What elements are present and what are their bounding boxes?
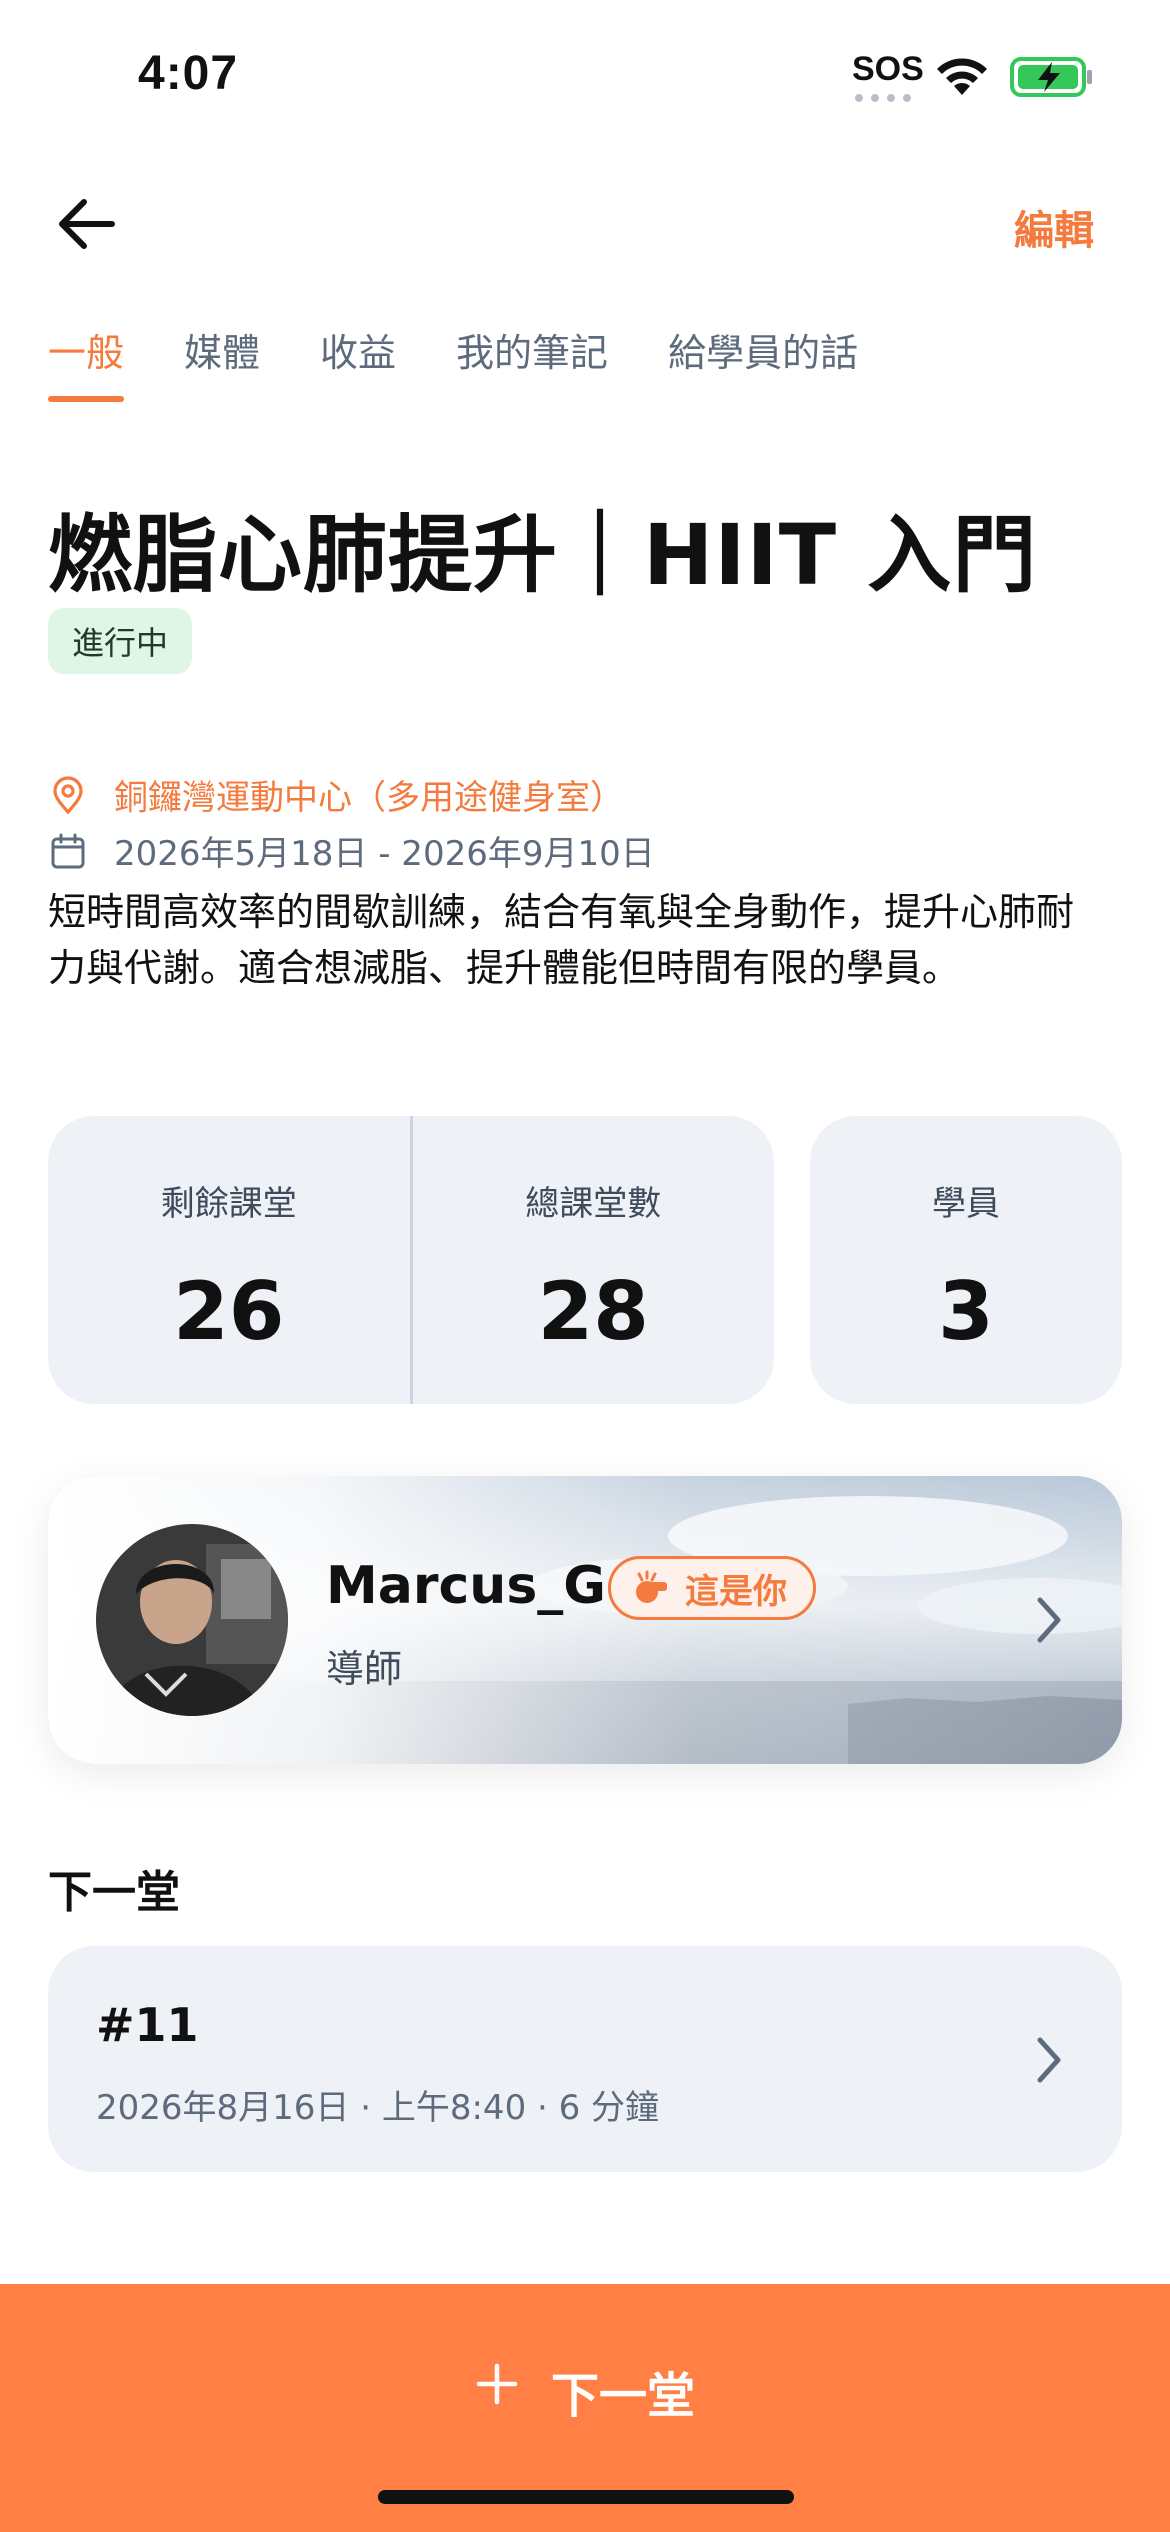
tab-bar: 一般 媒體 收益 我的筆記 給學員的話 [48, 322, 918, 402]
tab-general[interactable]: 一般 [48, 322, 125, 402]
next-lesson-heading: 下一堂 [48, 1867, 180, 1918]
tab-earnings[interactable]: 收益 [320, 322, 396, 402]
status-badge: 進行中 [48, 608, 193, 674]
tab-my-notes[interactable]: 我的筆記 [456, 322, 608, 402]
badge-label: 這是你 [685, 1571, 787, 1612]
students-stat-card[interactable]: 學員 3 [810, 1116, 1122, 1404]
instructor-name: Marcus_G [326, 1556, 606, 1616]
wifi-icon [937, 58, 987, 95]
location-pin-icon [53, 775, 83, 814]
status-time: 4:07 [138, 47, 239, 100]
total-lessons-stat: 總課堂數 28 [413, 1116, 775, 1404]
button-content: 下一堂 [475, 2356, 695, 2532]
chevron-right-icon [1037, 2037, 1061, 2083]
tab-media[interactable]: 媒體 [184, 322, 260, 402]
lesson-number: #11 [96, 1998, 199, 2052]
home-indicator[interactable] [378, 2490, 794, 2504]
lesson-datetime: 2026年8月16日 · 上午8:40 · 6 分鐘 [96, 2088, 660, 2128]
stat-value: 28 [537, 1265, 649, 1358]
button-label: 下一堂 [550, 2368, 695, 2424]
tab-message-to-students[interactable]: 給學員的話 [668, 322, 858, 402]
date-row: 2026年5月18日 - 2026年9月10日 [48, 826, 655, 875]
instructor-avatar [96, 1524, 288, 1716]
battery-charging-icon [1010, 57, 1092, 97]
stat-value: 3 [938, 1265, 994, 1358]
location-row[interactable]: 銅鑼灣運動中心（多用途健身室） [48, 770, 624, 819]
back-arrow-icon[interactable] [54, 194, 118, 254]
stat-label: 總課堂數 [525, 1184, 662, 1224]
this-is-you-badge: 這是你 [608, 1556, 816, 1620]
signal-dots-icon [855, 94, 911, 102]
chevron-right-icon [1037, 1597, 1061, 1643]
course-description: 短時間高效率的間歇訓練，結合有氧與全身動作，提升心肺耐力與代謝。適合想減脂、提升… [48, 890, 1075, 990]
stat-value: 26 [173, 1265, 285, 1358]
date-range-text: 2026年5月18日 - 2026年9月10日 [114, 834, 655, 874]
instructor-card[interactable]: Marcus_G 這是你 導師 [48, 1476, 1122, 1764]
stat-label: 剩餘課堂 [160, 1184, 297, 1224]
instructor-role: 導師 [326, 1647, 403, 1691]
status-bar: 4:07 SOS [0, 0, 1170, 150]
plus-icon [476, 2363, 518, 2405]
course-title: 燃脂心肺提升｜HIIT 入門 [48, 506, 1038, 604]
lesson-stats-card: 剩餘課堂 26 總課堂數 28 [48, 1116, 774, 1404]
edit-button[interactable]: 編輯 [1014, 198, 1094, 256]
sos-indicator: SOS [852, 50, 924, 88]
location-text: 銅鑼灣運動中心（多用途健身室） [114, 778, 624, 818]
remaining-lessons-stat: 剩餘課堂 26 [48, 1116, 410, 1404]
stat-label: 學員 [932, 1184, 1000, 1224]
next-lesson-card[interactable]: #11 2026年8月16日 · 上午8:40 · 6 分鐘 [48, 1946, 1122, 2172]
calendar-icon [51, 833, 85, 868]
whistle-icon [636, 1570, 667, 1603]
